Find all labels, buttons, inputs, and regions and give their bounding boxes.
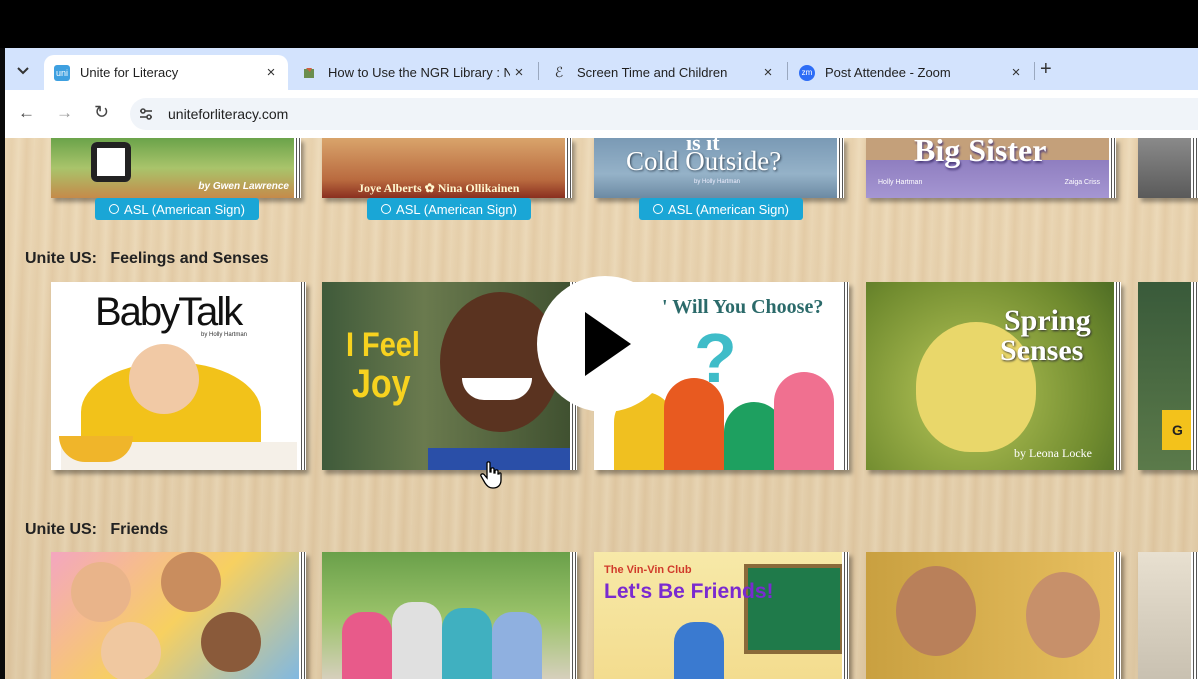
tab-title: Screen Time and Children <box>577 65 728 80</box>
screen-time-favicon-icon: ℰ <box>554 64 564 80</box>
close-tab-icon[interactable]: × <box>759 64 777 81</box>
tab-separator <box>787 62 788 80</box>
tab-title: How to Use the NGR Library : N <box>328 65 510 80</box>
book-cover-friends-2[interactable] <box>322 552 577 679</box>
reload-button[interactable]: ↻ <box>94 102 109 123</box>
ngr-favicon-icon <box>302 65 318 81</box>
cover-art-kid <box>392 602 442 679</box>
cover-art-kid <box>774 372 834 470</box>
book-cover-top-2[interactable]: Joye Alberts ✿ Nina Ollikainen <box>322 138 572 198</box>
globe-icon <box>653 204 664 214</box>
asl-button[interactable]: ASL (American Sign) <box>95 198 259 220</box>
tab-separator <box>1034 62 1035 80</box>
back-button[interactable]: ← <box>18 103 35 123</box>
book-cover-friends-1[interactable] <box>51 552 306 679</box>
hand-pointer-icon <box>480 461 502 494</box>
section-title-feelings: Unite US: Feelings and Senses <box>25 250 269 267</box>
book-cover-partial[interactable]: G <box>1138 282 1198 470</box>
cover-art-face <box>101 622 161 679</box>
asl-label: ASL (American Sign) <box>396 201 517 217</box>
book-cover-top-4[interactable]: Big Sister Holly Hartman Zaiga Criss <box>866 138 1116 198</box>
cover-art-baby <box>129 344 199 414</box>
cover-art <box>91 142 131 182</box>
book-title: BabyTalk <box>95 290 243 334</box>
section-title-friends: Unite US: Friends <box>25 521 169 538</box>
tab-ngr-library[interactable]: How to Use the NGR Library : N × <box>292 55 536 90</box>
cover-art-face <box>161 552 221 612</box>
cover-art-face <box>896 566 976 656</box>
cover-art-face <box>71 562 131 622</box>
book-title-line2: Senses <box>1000 334 1084 367</box>
book-series: The Vin-Vin Club <box>604 564 692 576</box>
asl-button[interactable]: ASL (American Sign) <box>639 198 803 220</box>
book-cover-friends-4[interactable] <box>866 552 1121 679</box>
close-tab-icon[interactable]: × <box>262 64 280 81</box>
book-cover-spring-senses[interactable]: Spring Senses by Leona Locke <box>866 282 1121 470</box>
cover-art-face <box>1026 572 1100 658</box>
book-illustrator: Zaiga Criss <box>1064 179 1100 186</box>
cover-art-face <box>201 612 261 672</box>
cover-art-smile <box>462 378 532 400</box>
book-cover-partial[interactable] <box>1138 552 1198 679</box>
book-author: by Holly Hartman <box>694 179 741 185</box>
forward-button[interactable]: → <box>56 103 73 123</box>
close-tab-icon[interactable]: × <box>510 64 528 81</box>
unite-favicon-icon: uni <box>54 64 70 81</box>
book-title-line1: Spring <box>1004 304 1091 337</box>
book-author: by Gwen Lawrence <box>198 181 289 192</box>
address-bar[interactable] <box>130 98 1198 130</box>
zoom-favicon-icon: zm <box>799 64 815 81</box>
book-title-line2: Joy <box>352 362 411 406</box>
asl-button[interactable]: ASL (American Sign) <box>367 198 531 220</box>
book-cover-lets-be-friends[interactable]: The Vin-Vin Club Let's Be Friends! <box>594 552 849 679</box>
tab-search-dropdown-icon[interactable] <box>12 60 34 82</box>
book-title: ' Will You Choose? <box>662 296 824 318</box>
tab-separator <box>538 62 539 80</box>
book-author: by Leona Locke <box>1014 446 1092 460</box>
book-author: Joye Alberts ✿ Nina Ollikainen <box>358 181 520 195</box>
top-black-band <box>0 0 1198 48</box>
url-text[interactable]: uniteforliteracy.com <box>168 106 288 122</box>
cover-art-kid <box>342 612 392 679</box>
book-cover-top-5[interactable] <box>1138 138 1198 198</box>
globe-icon <box>109 204 120 214</box>
globe-icon <box>381 204 392 214</box>
tab-screen-time[interactable]: ℰ Screen Time and Children × <box>541 55 785 90</box>
site-info-icon[interactable] <box>138 106 154 122</box>
tab-title: Unite for Literacy <box>80 65 179 80</box>
book-cover-top-1[interactable]: by Gwen Lawrence <box>51 138 301 198</box>
cover-art-kid <box>492 612 542 679</box>
cover-art-chalkboard <box>744 564 844 654</box>
close-tab-icon[interactable]: × <box>1007 64 1025 81</box>
book-cover-i-feel-joy[interactable]: I Feel Joy <box>322 282 577 470</box>
asl-label: ASL (American Sign) <box>124 201 245 217</box>
tab-zoom[interactable]: zm Post Attendee - Zoom × <box>789 55 1033 90</box>
play-icon[interactable] <box>585 312 631 376</box>
cover-art-kid <box>674 622 724 679</box>
book-title: Let's Be Friends! <box>604 580 774 603</box>
book-author: by Holly Hartman <box>201 332 248 338</box>
book-cover-babytalk[interactable]: BabyTalk by Holly Hartman <box>51 282 306 470</box>
asl-label: ASL (American Sign) <box>668 201 789 217</box>
cover-art-kid <box>664 378 724 470</box>
book-author: Holly Hartman <box>878 179 923 186</box>
cover-art-kid <box>442 608 492 679</box>
tab-title: Post Attendee - Zoom <box>825 65 951 80</box>
book-title: Cold Outside? <box>626 146 782 176</box>
tab-unite-for-literacy[interactable]: uni Unite for Literacy × <box>44 55 288 90</box>
cover-art-shirt <box>428 448 577 470</box>
book-cover-top-3[interactable]: is it Cold Outside? by Holly Hartman <box>594 138 844 198</box>
book-title-partial: G <box>1172 422 1183 438</box>
book-title: Big Sister <box>914 138 1047 168</box>
new-tab-button[interactable]: + <box>1040 58 1052 81</box>
book-title-line1: I Feel <box>346 326 420 364</box>
